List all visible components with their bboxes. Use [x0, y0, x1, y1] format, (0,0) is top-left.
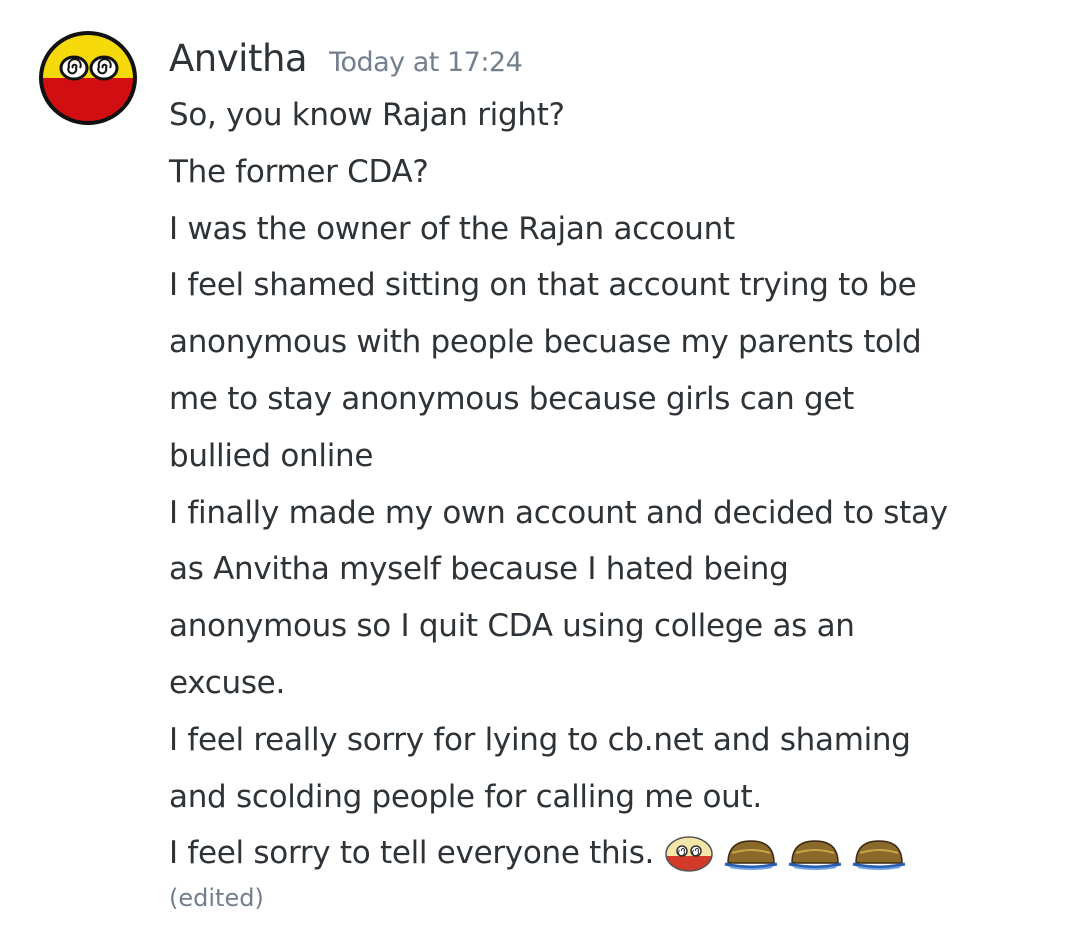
- edited-label: (edited): [169, 884, 264, 913]
- message-line: and scolding people for calling me out.: [169, 778, 762, 815]
- countryball-melting-emoji[interactable]: [852, 837, 906, 871]
- message-line: anonymous with people becuase my parents…: [169, 324, 922, 361]
- message-line: as Anvitha myself because I hated being: [169, 551, 789, 588]
- countryball-melting-emoji[interactable]: [788, 837, 842, 871]
- countryball-dizzy-emoji[interactable]: [664, 835, 714, 873]
- chat-message: Anvitha Today at 17:24 So, you know Raja…: [0, 0, 1080, 939]
- message-timestamp[interactable]: Today at 17:24: [329, 34, 523, 91]
- message-line: I finally made my own account and decide…: [169, 494, 948, 531]
- user-avatar[interactable]: [38, 30, 138, 126]
- message-line: I feel really sorry for lying to cb.net …: [169, 721, 911, 758]
- message-line-with-emojis: I feel sorry to tell everyone this.: [169, 825, 1049, 882]
- message-line: me to stay anonymous because girls can g…: [169, 380, 855, 417]
- message-line: anonymous so I quit CDA using college as…: [169, 608, 855, 645]
- message-line: excuse.: [169, 664, 285, 701]
- message-line: I was the owner of the Rajan account: [169, 210, 735, 247]
- countryball-melting-emoji[interactable]: [724, 837, 778, 871]
- message-line: bullied online: [169, 437, 374, 474]
- message-header: Anvitha Today at 17:24: [169, 30, 1049, 87]
- message-content: Anvitha Today at 17:24 So, you know Raja…: [169, 30, 1049, 918]
- author-username[interactable]: Anvitha: [169, 30, 308, 87]
- message-line: So, you know Rajan right?: [169, 97, 565, 133]
- message-line: I feel shamed sitting on that account tr…: [169, 267, 917, 304]
- message-body: So, you know Rajan right? The former CDA…: [169, 87, 1049, 918]
- message-line: I feel sorry to tell everyone this.: [169, 835, 655, 872]
- message-line: The former CDA?: [169, 153, 429, 190]
